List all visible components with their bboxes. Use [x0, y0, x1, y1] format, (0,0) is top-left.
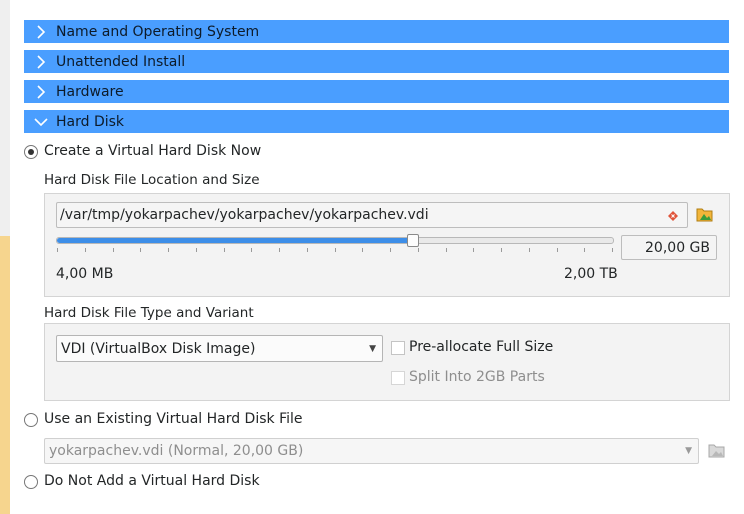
slider-tick — [307, 248, 308, 252]
preallocate-label: Pre-allocate Full Size — [409, 339, 554, 355]
section-hardware[interactable]: Hardware — [24, 80, 729, 103]
chevron-right-icon — [37, 84, 46, 99]
left-panel-edge — [0, 0, 10, 236]
slider-tick — [279, 248, 280, 252]
slider-tick — [335, 248, 336, 252]
no-disk-label: Do Not Add a Virtual Hard Disk — [44, 473, 260, 489]
split-checkbox[interactable] — [391, 371, 405, 385]
disk-type-select[interactable]: VDI (VirtualBox Disk Image) ▼ — [56, 335, 383, 362]
disk-size-value: 20,00 GB — [645, 239, 710, 256]
slider-tick — [196, 248, 197, 252]
slider-tick — [418, 248, 419, 252]
slider-tick — [557, 248, 558, 252]
section-name-os[interactable]: Name and Operating System — [24, 20, 729, 43]
section-label: Hard Disk — [56, 113, 125, 130]
section-unattended-install[interactable]: Unattended Install — [24, 50, 729, 73]
slider-tick — [529, 248, 530, 252]
chevron-down-icon — [34, 117, 48, 126]
disk-type-value: VDI (VirtualBox Disk Image) — [61, 340, 256, 357]
folder-disabled-icon[interactable] — [708, 442, 726, 458]
slider-tick — [390, 248, 391, 252]
clear-icon[interactable] — [667, 210, 679, 222]
slider-tick — [113, 248, 114, 252]
use-existing-label: Use an Existing Virtual Hard Disk File — [44, 411, 303, 427]
slider-tick — [362, 248, 363, 252]
left-panel-highlight — [0, 236, 10, 514]
slider-tick — [612, 248, 613, 252]
slider-tick — [224, 248, 225, 252]
preallocate-checkbox[interactable] — [391, 341, 405, 355]
slider-tick — [140, 248, 141, 252]
disk-size-input[interactable]: 20,00 GB — [621, 235, 717, 260]
slider-tick — [446, 248, 447, 252]
section-label: Name and Operating System — [56, 23, 260, 40]
slider-tick — [57, 248, 58, 252]
existing-disk-value: yokarpachev.vdi (Normal, 20,00 GB) — [49, 443, 304, 459]
dropdown-arrow-icon: ▼ — [685, 446, 692, 456]
type-group-title: Hard Disk File Type and Variant — [44, 305, 254, 321]
create-disk-radio[interactable] — [24, 145, 38, 159]
disk-path-value: /var/tmp/yokarpachev/yokarpachev/yokarpa… — [60, 207, 429, 223]
slider-tick — [501, 248, 502, 252]
use-existing-radio[interactable] — [24, 413, 38, 427]
chevron-right-icon — [37, 54, 46, 69]
no-disk-radio[interactable] — [24, 475, 38, 489]
section-hard-disk[interactable]: Hard Disk — [24, 110, 729, 133]
slider-tick — [85, 248, 86, 252]
slider-max-label: 2,00 TB — [564, 266, 618, 282]
chevron-right-icon — [37, 24, 46, 39]
split-label: Split Into 2GB Parts — [409, 369, 545, 385]
slider-min-label: 4,00 MB — [56, 266, 114, 282]
section-label: Unattended Install — [56, 53, 186, 70]
create-disk-label: Create a Virtual Hard Disk Now — [44, 143, 262, 159]
disk-size-slider-handle[interactable] — [407, 234, 420, 247]
slider-tick — [168, 248, 169, 252]
slider-tick — [584, 248, 585, 252]
folder-open-icon[interactable] — [696, 206, 714, 222]
section-label: Hardware — [56, 83, 124, 100]
existing-disk-select[interactable]: yokarpachev.vdi (Normal, 20,00 GB) ▼ — [44, 438, 699, 464]
location-group-title: Hard Disk File Location and Size — [44, 172, 260, 188]
dropdown-arrow-icon: ▼ — [369, 343, 376, 354]
slider-tick — [251, 248, 252, 252]
slider-tick — [473, 248, 474, 252]
disk-size-slider-fill — [57, 238, 413, 243]
disk-path-input[interactable]: /var/tmp/yokarpachev/yokarpachev/yokarpa… — [56, 202, 688, 228]
